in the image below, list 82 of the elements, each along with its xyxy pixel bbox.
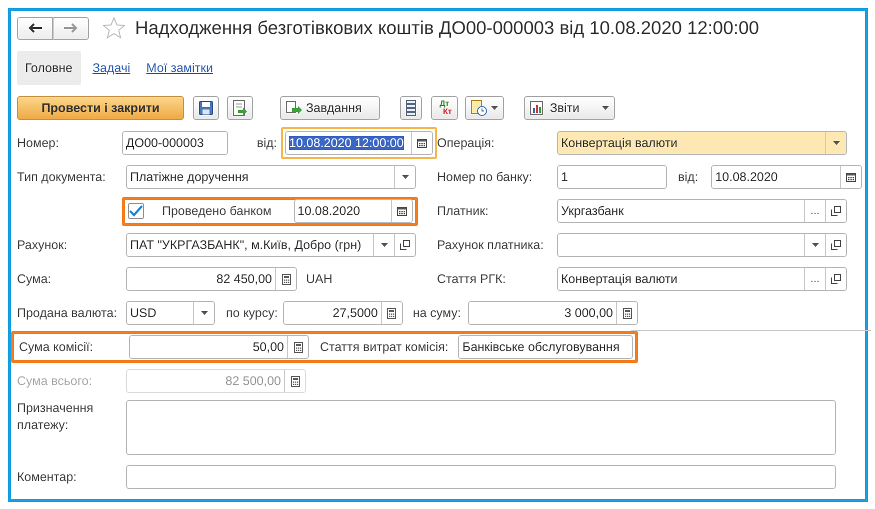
date-field[interactable]: 10.08.2020 12:00:00: [285, 131, 433, 155]
field-label: Сума:: [17, 270, 52, 288]
date-field[interactable]: 10.08.2020: [294, 199, 413, 223]
calculator-icon: [282, 274, 290, 284]
field-label: Стаття РГК:: [437, 270, 507, 288]
field-label: Коментар:: [17, 468, 78, 486]
calculator-icon: [622, 308, 632, 318]
field-label: від:: [678, 168, 698, 186]
number-field[interactable]: 82 450,00: [126, 267, 297, 291]
field-label: Рахунок:: [17, 236, 68, 254]
choice-button[interactable]: ...: [804, 268, 825, 290]
field-label: на суму:: [412, 304, 461, 322]
calculator-icon: [290, 376, 300, 386]
field-label: Рахунок платника:: [437, 236, 545, 254]
field-label: Продана валюта:: [17, 304, 118, 322]
field-label: Сума комісії:: [19, 338, 94, 356]
post-and-close-button[interactable]: Провести і закрити: [17, 96, 184, 120]
forward-arrow-icon: [64, 23, 78, 33]
calculator-icon: [387, 308, 396, 318]
field-label: Операція:: [437, 134, 496, 152]
field-label: Тип документа:: [17, 168, 107, 186]
caret-icon: [200, 311, 208, 315]
open-window-icon: [831, 274, 841, 284]
stacked-list-icon: [406, 100, 416, 116]
field-label: Платник:: [437, 202, 490, 220]
text-field[interactable]: ДО00-000003: [122, 131, 228, 155]
checkbox[interactable]: [128, 203, 144, 219]
open-window-icon: [400, 240, 410, 250]
date-field[interactable]: 10.08.2020: [711, 165, 862, 189]
back-arrow-icon: [28, 23, 42, 33]
caret-icon: [602, 106, 609, 110]
field-label: Номер по банку:: [437, 168, 534, 186]
caret-icon: [490, 106, 498, 110]
dropdown-field[interactable]: USD: [126, 301, 215, 325]
field-label: Номер:: [17, 134, 60, 152]
number-field[interactable]: 3 000,00: [468, 301, 638, 325]
input-field[interactable]: Конвертація валюти ...: [557, 267, 847, 291]
calculator-icon: [294, 342, 302, 352]
input-field[interactable]: Укргазбанк ...: [557, 199, 847, 223]
dropdown-field[interactable]: Платіжне доручення: [126, 165, 416, 189]
dropdown-field[interactable]: [557, 233, 847, 257]
field-label: Сума всього:: [17, 372, 94, 390]
choice-button[interactable]: ...: [804, 200, 825, 222]
tasks-button[interactable]: Завдання: [280, 96, 380, 120]
calendar-icon: [846, 172, 856, 182]
field-label: Проведено банком: [162, 202, 272, 220]
check-mark-icon: [129, 205, 143, 217]
tab[interactable]: Головне: [17, 50, 80, 86]
field-label: по курсу:: [226, 304, 278, 322]
number-field[interactable]: 50,00: [129, 335, 309, 359]
create-based-on-button[interactable]: [464, 96, 504, 120]
input-field[interactable]: [126, 465, 836, 489]
tab[interactable]: Мої замітки: [138, 50, 221, 86]
tab[interactable]: Задачі: [84, 50, 138, 86]
star-icon[interactable]: [103, 17, 125, 39]
open-window-icon: [831, 206, 841, 216]
open-window-icon: [831, 240, 841, 250]
calendar-icon: [417, 138, 427, 148]
text-field[interactable]: 1: [557, 165, 667, 189]
post-button[interactable]: [227, 96, 253, 120]
back-button[interactable]: [17, 16, 53, 40]
dropdown-field[interactable]: Конвертація валюти: [557, 131, 847, 155]
number-field[interactable]: 27,5000: [282, 301, 403, 325]
debit-credit-button[interactable]: Дт Кт: [431, 96, 458, 120]
tasks-icon: [286, 101, 302, 115]
caret-icon: [812, 243, 818, 247]
field-label: Призначення платежу:: [17, 400, 94, 434]
reports-button[interactable]: Звіти: [524, 96, 615, 120]
field-label: UAH: [306, 270, 332, 288]
list-button[interactable]: [400, 96, 422, 120]
field-label: від:: [256, 134, 277, 152]
dropdown-field[interactable]: ПАТ "УКРГАЗБАНК", м.Київ, Добро (грн): [126, 233, 416, 257]
caret-icon: [380, 243, 388, 247]
field-label: Стаття витрат комісія:: [320, 338, 448, 356]
caret-icon: [832, 141, 840, 145]
window-title: Надходження безготівкових коштів ДО00-000003 від 10.08.2020 12:00:00: [135, 16, 760, 40]
save-button[interactable]: [193, 96, 219, 120]
document-clock-icon: [470, 100, 487, 116]
report-icon: [530, 101, 546, 115]
calendar-icon: [396, 206, 407, 216]
text-field[interactable]: Банківське обслуговування: [458, 335, 634, 359]
caret-icon: [402, 175, 408, 179]
